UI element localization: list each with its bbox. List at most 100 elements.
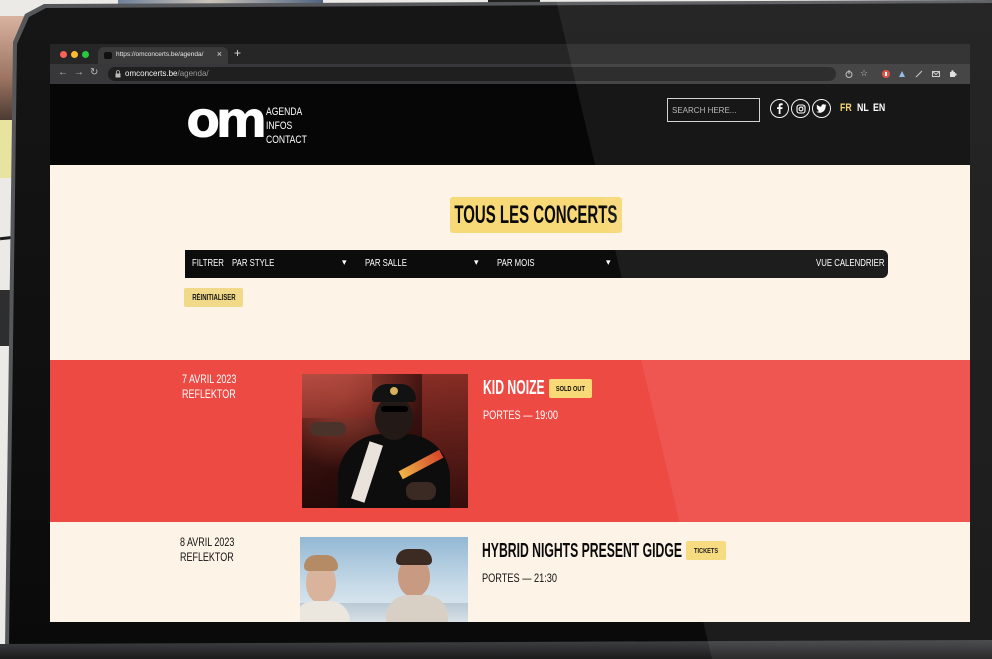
puzzle-icon[interactable] (949, 70, 957, 78)
browser-tab-bar: https://omconcerts.be/agenda/ × + (50, 44, 970, 64)
event-date: 8 AVRIL 2023 REFLEKTOR (180, 536, 250, 566)
favicon-icon (104, 52, 112, 59)
url-field[interactable]: omconcerts.be/agenda/ (108, 67, 836, 81)
page-title-text: TOUS LES CONCERTS (454, 200, 618, 229)
lang-en-label: EN (873, 102, 886, 114)
page-title: TOUS LES CONCERTS (450, 197, 622, 233)
event-image[interactable] (300, 537, 468, 622)
share-icon[interactable] (845, 70, 853, 78)
person-shirt (386, 595, 448, 622)
filter-salle-text: PAR SALLE (365, 258, 407, 269)
lock-icon (115, 70, 121, 78)
site-logo[interactable]: om (186, 95, 267, 145)
lang-en[interactable]: EN (873, 102, 888, 114)
tab-title: https://omconcerts.be/agenda/ (116, 51, 204, 58)
search-input[interactable] (668, 99, 759, 121)
extension-icon[interactable] (915, 70, 923, 78)
tickets-button-label: TICKETS (693, 546, 719, 555)
event-date-text: 7 AVRIL 2023 (182, 374, 237, 386)
event-doors-text: PORTES — 21:30 (482, 573, 557, 585)
event-venue-text: REFLEKTOR (182, 389, 236, 401)
lang-fr-label: FR (840, 102, 852, 114)
event-title[interactable]: HYBRID NIGHTS PRESENT GIDGE (482, 540, 810, 563)
nav-infos-label: INFOS (266, 120, 293, 132)
event-doors: PORTES — 19:00 (483, 410, 577, 422)
back-icon[interactable]: ← (58, 67, 68, 78)
filter-salle-select[interactable]: PAR SALLE ▾ (363, 250, 489, 278)
nav-agenda[interactable]: AGENDA (266, 106, 312, 118)
figure-hand (406, 482, 436, 500)
event-date-line: 8 AVRIL 2023 (180, 536, 250, 551)
event-venue-line: REFLEKTOR (182, 388, 252, 403)
chevron-down-icon: ▾ (474, 257, 479, 267)
figure-sunglasses (381, 406, 408, 412)
chevron-down-icon: ▾ (342, 257, 347, 267)
filter-salle-label: PAR SALLE (365, 258, 419, 269)
person-hair (304, 555, 338, 571)
extension-icon[interactable] (932, 70, 940, 78)
laptop-screen: https://omconcerts.be/agenda/ × + ← → ↻ … (50, 44, 970, 622)
filter-label: FILTRER (192, 258, 233, 269)
minimize-window-button[interactable] (71, 51, 78, 58)
browser-address-bar: ← → ↻ omconcerts.be/agenda/ ☆ (50, 64, 970, 84)
calendar-view-text: VUE CALENDRIER (816, 258, 885, 269)
filter-mois-select[interactable]: PAR MOIS ▾ (495, 250, 621, 278)
person-hair (396, 549, 432, 565)
calendar-view-link[interactable]: VUE CALENDRIER (816, 258, 904, 269)
maximize-window-button[interactable] (82, 51, 89, 58)
filter-label-text: FILTRER (192, 258, 224, 269)
site-header: om AGENDA INFOS CONTACT FR NL EN (50, 84, 970, 165)
event-title-text: KID NOIZE (483, 377, 545, 399)
instagram-glyph (795, 103, 806, 114)
close-window-button[interactable] (60, 51, 67, 58)
filter-bar: FILTRER PAR STYLE ▾ PAR SALLE ▾ PAR MOIS… (185, 250, 888, 278)
url-path: /agenda/ (177, 69, 209, 78)
url-text: omconcerts.be/agenda/ (125, 69, 209, 78)
event-venue-text: REFLEKTOR (180, 552, 234, 564)
browser-tab-active[interactable]: https://omconcerts.be/agenda/ × (98, 47, 228, 64)
instagram-icon[interactable] (791, 99, 810, 118)
sold-out-badge-label: SOLD OUT (555, 384, 586, 393)
twitter-glyph (816, 104, 827, 113)
filter-style-label: PAR STYLE (232, 258, 286, 269)
reload-icon[interactable]: ↻ (90, 67, 98, 78)
forward-icon[interactable]: → (74, 67, 84, 78)
extension-icon[interactable] (898, 70, 906, 78)
event-doors: PORTES — 21:30 (482, 573, 576, 585)
star-icon[interactable]: ☆ (860, 68, 868, 79)
search-box (667, 98, 760, 122)
tab-close-button[interactable]: × (217, 49, 222, 59)
event-title-text: HYBRID NIGHTS PRESENT GIDGE (482, 540, 682, 562)
extension-icon[interactable] (882, 70, 890, 78)
url-host: omconcerts.be (125, 69, 178, 78)
facebook-glyph (777, 103, 783, 114)
lang-nl[interactable]: NL (857, 102, 872, 114)
tickets-button[interactable]: TICKETS (686, 541, 726, 560)
reset-button-label: RÉINITIALISER (191, 293, 236, 302)
filter-mois-label: PAR MOIS (497, 258, 545, 269)
car-window-light (302, 374, 372, 418)
lang-fr[interactable]: FR (840, 102, 855, 114)
event-date-text: 8 AVRIL 2023 (180, 537, 235, 549)
nav-contact-label: CONTACT (266, 134, 307, 146)
filter-style-text: PAR STYLE (232, 258, 275, 269)
figure-head (375, 396, 413, 440)
nav-agenda-label: AGENDA (266, 106, 303, 118)
event-doors-text: PORTES — 19:00 (483, 410, 558, 422)
nav-contact[interactable]: CONTACT (266, 134, 318, 146)
cap-logo (390, 387, 398, 395)
event-venue-line: REFLEKTOR (180, 551, 250, 566)
filter-mois-text: PAR MOIS (497, 258, 535, 269)
new-tab-button[interactable]: + (234, 46, 241, 60)
event-date-line: 7 AVRIL 2023 (182, 373, 252, 388)
event-image[interactable] (302, 374, 468, 508)
facebook-icon[interactable] (770, 99, 789, 118)
event-date: 7 AVRIL 2023 REFLEKTOR (182, 373, 252, 403)
chevron-down-icon: ▾ (606, 257, 611, 267)
nav-infos[interactable]: INFOS (266, 120, 300, 132)
twitter-icon[interactable] (812, 99, 831, 118)
lang-nl-label: NL (857, 102, 869, 114)
sold-out-badge: SOLD OUT (549, 379, 592, 398)
reset-button[interactable]: RÉINITIALISER (184, 288, 243, 307)
filter-style-select[interactable]: PAR STYLE ▾ (230, 250, 356, 278)
